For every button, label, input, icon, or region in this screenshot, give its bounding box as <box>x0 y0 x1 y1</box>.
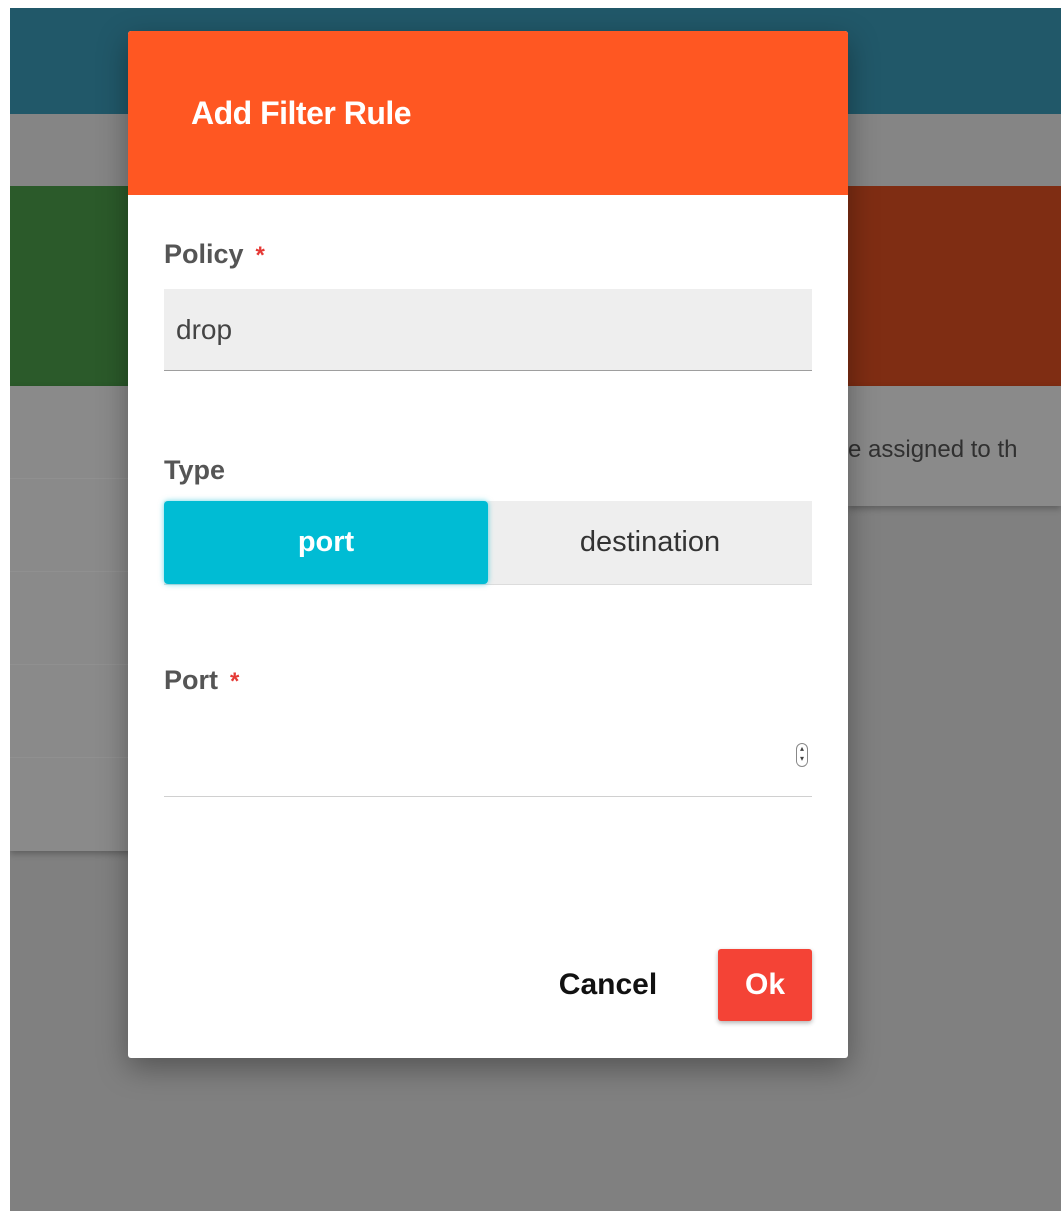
background-notice-card: e assigned to th <box>848 386 1061 506</box>
background-list-row <box>10 665 140 758</box>
type-option-port[interactable]: port <box>164 501 488 584</box>
port-field: ▴ ▾ <box>164 731 812 797</box>
dialog-header: Add Filter Rule <box>128 31 848 195</box>
background-list-row <box>10 572 140 665</box>
background-list-row <box>10 386 140 479</box>
dialog-title: Add Filter Rule <box>191 95 412 131</box>
policy-label-text: Policy <box>164 239 244 269</box>
background-orange-card <box>848 186 1061 386</box>
port-input[interactable] <box>164 731 768 793</box>
background-list <box>10 386 140 851</box>
background-list-row <box>10 479 140 572</box>
type-label: Type <box>164 455 226 485</box>
page-stage: e assigned to th Add Filter Rule Policy *… <box>10 8 1061 1211</box>
ok-button[interactable]: Ok <box>718 949 812 1021</box>
add-filter-rule-dialog: Add Filter Rule Policy * Type port destin… <box>128 31 848 1058</box>
background-green-card <box>10 186 140 386</box>
number-spinner-icon[interactable]: ▴ ▾ <box>796 743 808 767</box>
port-label-text: Port <box>164 665 218 695</box>
policy-input[interactable] <box>164 289 812 371</box>
type-option-destination[interactable]: destination <box>488 501 812 584</box>
type-toggle-group: port destination <box>164 501 812 585</box>
cancel-button[interactable]: Cancel <box>548 949 668 1021</box>
port-label: Port * <box>164 665 239 696</box>
port-required-mark: * <box>230 668 240 695</box>
policy-required-mark: * <box>255 242 265 269</box>
policy-label: Policy * <box>164 239 265 270</box>
background-notice-text: e assigned to th <box>848 436 1018 463</box>
